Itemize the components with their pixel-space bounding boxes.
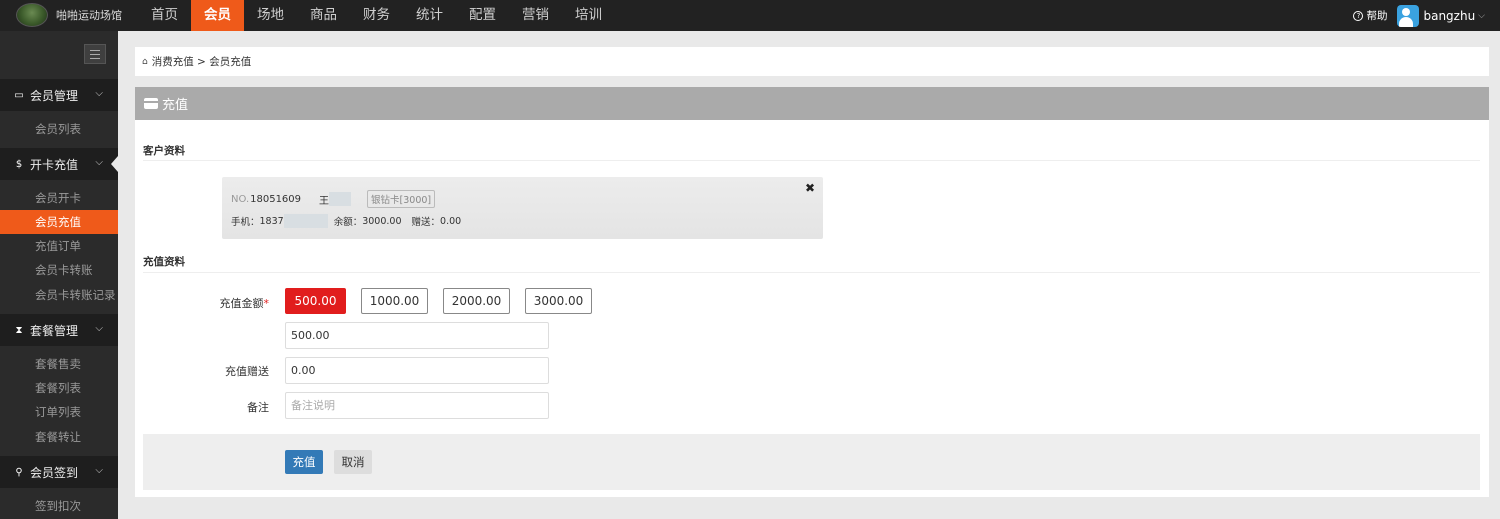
hourglass-icon: ⧗ <box>15 324 23 336</box>
menu-toggle-icon[interactable] <box>84 44 106 64</box>
nav-config[interactable]: 配置 <box>456 0 509 31</box>
member-name: 王 <box>319 195 330 207</box>
sidebar-item-checkin-deduct[interactable]: 签到扣次 <box>0 494 118 518</box>
phone-value: 1837 <box>259 215 284 227</box>
credit-card-icon <box>144 98 158 109</box>
balance-label: 余额： <box>333 217 363 228</box>
id-card-icon: ▭ <box>14 89 24 101</box>
main-nav: 首页 会员 场地 商品 财务 统计 配置 营销 培训 <box>138 0 615 31</box>
question-icon: ? <box>1353 10 1364 21</box>
amount-option-1000[interactable]: 1000.00 <box>361 288 428 314</box>
avatar[interactable] <box>1397 4 1420 27</box>
amount-input[interactable]: 500.00 <box>285 322 549 349</box>
bonus-label: 赠送： <box>411 217 441 228</box>
sidebar-item-package-list[interactable]: 套餐列表 <box>0 376 118 400</box>
amount-option-500[interactable]: 500.00 <box>285 288 346 314</box>
location-pin-icon: ⚲ <box>15 466 23 478</box>
chevron-down-icon: ⌵ <box>95 157 103 168</box>
help-label: 帮助 <box>1366 10 1388 22</box>
breadcrumb-path[interactable]: 消费充值 > 会员充值 <box>152 54 251 69</box>
nav-home[interactable]: 首页 <box>138 0 191 31</box>
sidebar: ▭ 会员管理 ⌵ 会员列表 $ 开卡充值 ⌵ 会员开卡 会员充值 充值订单 会员… <box>0 31 118 519</box>
cancel-button[interactable]: 取消 <box>334 450 372 474</box>
section-label: 开卡充值 <box>30 157 79 172</box>
phone-label: 手机： <box>231 217 260 228</box>
sidebar-section-package-management[interactable]: ⧗ 套餐管理 ⌵ <box>0 314 118 346</box>
customer-section-label: 客户资料 <box>143 145 185 157</box>
redacted-phone <box>283 214 328 228</box>
card-type-badge: 银钻卡[3000] <box>367 190 436 208</box>
sidebar-section-member-management[interactable]: ▭ 会员管理 ⌵ <box>0 79 118 111</box>
chevron-down-icon[interactable]: ⌵ <box>1478 11 1485 21</box>
balance-value: 3000.00 <box>362 215 402 227</box>
amount-option-3000[interactable]: 3000.00 <box>525 288 592 314</box>
divider <box>143 272 1480 273</box>
bonus-field-label: 充值赠送 <box>225 365 269 378</box>
nav-finance[interactable]: 财务 <box>350 0 403 31</box>
help-link[interactable]: ? 帮助 <box>1353 8 1387 23</box>
bonus-value: 0.00 <box>440 215 462 227</box>
sidebar-item-package-transfer[interactable]: 套餐转让 <box>0 425 118 449</box>
chevron-down-icon: ⌵ <box>95 323 103 334</box>
dollar-icon: $ <box>15 158 23 170</box>
member-no-label: NO. <box>231 193 250 205</box>
section-label: 套餐管理 <box>30 323 79 338</box>
section-label: 会员管理 <box>30 88 79 103</box>
amount-label: 充值金额* <box>219 297 270 310</box>
chevron-down-icon: ⌵ <box>95 465 103 476</box>
recharge-button[interactable]: 充值 <box>285 450 323 474</box>
sidebar-section-member-checkin[interactable]: ⚲ 会员签到 ⌵ <box>0 456 118 488</box>
panel-header: 充值 <box>135 87 1489 120</box>
divider <box>143 160 1480 161</box>
sidebar-item-open-card[interactable]: 会员开卡 <box>0 186 118 210</box>
nav-venue[interactable]: 场地 <box>244 0 297 31</box>
panel-title: 充值 <box>162 98 189 113</box>
nav-statistics[interactable]: 统计 <box>403 0 456 31</box>
sidebar-item-recharge-orders[interactable]: 充值订单 <box>0 234 118 258</box>
member-no: 18051609 <box>250 193 302 205</box>
customer-card: ✖ NO. 18051609 王 银钻卡[3000] 手机： 1837 余额： … <box>222 177 823 239</box>
remark-input[interactable]: 备注说明 <box>285 392 549 419</box>
nav-marketing[interactable]: 营销 <box>509 0 562 31</box>
recharge-section-label: 充值资料 <box>143 256 185 268</box>
app-logo[interactable]: 啪啪运动场馆 <box>16 3 122 27</box>
sidebar-item-order-list[interactable]: 订单列表 <box>0 400 118 424</box>
username[interactable]: bangzhu <box>1423 9 1475 23</box>
sidebar-item-card-transfer[interactable]: 会员卡转账 <box>0 258 118 282</box>
form-actions: 充值 取消 <box>143 434 1480 490</box>
required-mark: * <box>263 297 270 310</box>
recharge-panel: 充值 客户资料 ✖ NO. 18051609 王 银钻卡[3000] 手机： 1… <box>135 87 1489 497</box>
sidebar-item-card-transfer-records[interactable]: 会员卡转账记录 <box>0 283 118 307</box>
section-label: 会员签到 <box>30 465 79 480</box>
logo-image <box>16 3 48 27</box>
nav-training[interactable]: 培训 <box>562 0 615 31</box>
remark-label: 备注 <box>247 401 269 414</box>
chevron-down-icon: ⌵ <box>95 88 103 99</box>
user-area: ? 帮助 bangzhu ⌵ <box>1353 0 1485 31</box>
home-icon[interactable]: ⌂ <box>142 57 148 67</box>
sidebar-item-member-recharge[interactable]: 会员充值 <box>0 210 118 234</box>
nav-member[interactable]: 会员 <box>191 0 244 31</box>
bonus-input[interactable]: 0.00 <box>285 357 549 384</box>
close-icon[interactable]: ✖ <box>805 181 815 195</box>
sidebar-item-package-sale[interactable]: 套餐售卖 <box>0 352 118 376</box>
sidebar-item-member-list[interactable]: 会员列表 <box>0 117 118 141</box>
redacted-name <box>329 192 352 206</box>
amount-option-2000[interactable]: 2000.00 <box>443 288 510 314</box>
app-name: 啪啪运动场馆 <box>56 9 122 22</box>
top-bar: 啪啪运动场馆 首页 会员 场地 商品 财务 统计 配置 营销 培训 ? 帮助 b… <box>0 0 1500 31</box>
nav-goods[interactable]: 商品 <box>297 0 350 31</box>
breadcrumb: ⌂ 消费充值 > 会员充值 <box>135 47 1489 76</box>
sidebar-section-card-recharge[interactable]: $ 开卡充值 ⌵ <box>0 148 118 180</box>
